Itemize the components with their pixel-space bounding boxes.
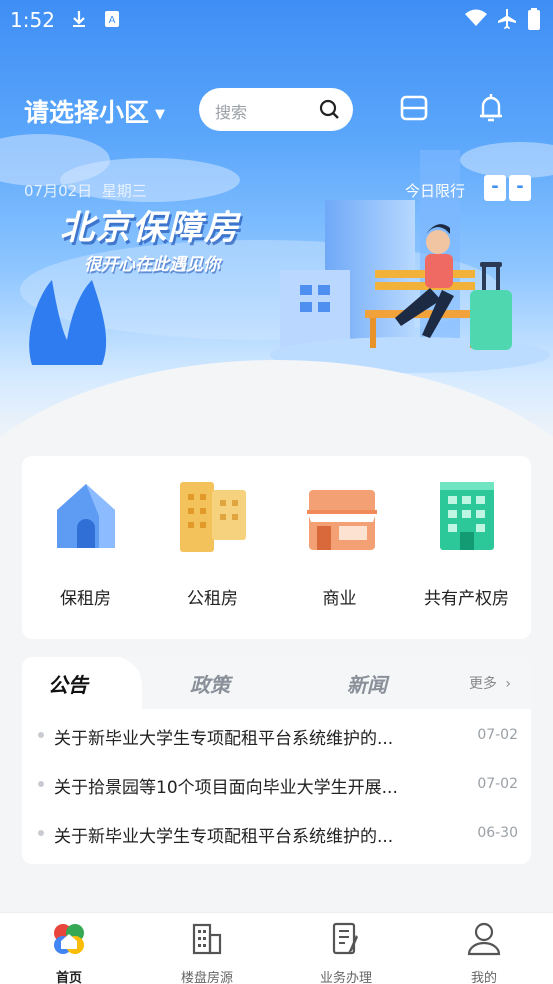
nav-label: 首页 <box>55 971 82 984</box>
more-link[interactable]: 更多 › <box>469 673 511 693</box>
status-time: 1:52 <box>10 8 55 32</box>
limit-plate-2: - <box>509 175 531 201</box>
more-label: 更多 <box>468 676 497 692</box>
house-icon <box>49 476 123 554</box>
plant-illustration <box>29 280 107 365</box>
hero-date: 07月02日 星期三 <box>24 180 147 201</box>
news-card: 公告 政策 新闻 更多 › 关于新毕业大学生专项配租平台系统维护的... 07-… <box>22 657 531 864</box>
hero-title: 北京保障房 <box>60 208 240 248</box>
airplane-icon <box>498 9 516 29</box>
caret-down-icon: ▼ <box>155 106 166 122</box>
tab-announcements[interactable]: 公告 <box>48 669 88 698</box>
user-icon <box>467 922 501 956</box>
shop-icon <box>303 476 377 554</box>
category-label: 商业 <box>322 589 357 609</box>
svg-text:A: A <box>109 15 116 26</box>
news-item[interactable]: 关于拾景园等10个项目面向毕业大学生开展... 07-02 <box>36 770 518 800</box>
category-public-rental[interactable]: 公租房 <box>149 476 276 626</box>
bullet-dot <box>38 732 44 738</box>
category-label: 公租房 <box>187 589 238 609</box>
nav-listings[interactable]: 楼盘房源 <box>157 921 257 984</box>
traffic-limit-label: 今日限行 <box>405 182 466 200</box>
building-icon <box>430 476 504 554</box>
chevron-right-icon: › <box>505 676 511 692</box>
category-rental-housing[interactable]: 保租房 <box>22 476 149 626</box>
building-list-icon <box>192 923 222 955</box>
bottom-nav: 首页 楼盘房源 业务办理 我的 <box>0 912 553 984</box>
status-bar: 1:52 A <box>0 0 553 40</box>
hero-subtitle: 很开心在此遇见你 <box>84 255 220 275</box>
search-icon <box>319 99 339 119</box>
community-selector-label: 请选择小区 <box>24 98 150 127</box>
nav-profile[interactable]: 我的 <box>434 921 534 984</box>
news-item[interactable]: 关于新毕业大学生专项配租平台系统维护的... 06-30 <box>36 819 518 849</box>
news-item-date: 06-30 <box>477 825 518 841</box>
battery-icon <box>528 8 540 30</box>
nav-label: 楼盘房源 <box>180 971 233 984</box>
news-item-title: 关于新毕业大学生专项配租平台系统维护的... <box>54 827 394 847</box>
limit-plate-1: - <box>484 175 506 201</box>
search-placeholder: 搜索 <box>215 103 248 122</box>
nav-business[interactable]: 业务办理 <box>296 921 396 984</box>
category-label: 保租房 <box>60 589 111 609</box>
wifi-icon <box>465 9 487 26</box>
download-icon <box>73 11 85 27</box>
news-item-title: 关于拾景园等10个项目面向毕业大学生开展... <box>54 778 398 798</box>
nav-home[interactable]: 首页 <box>19 921 119 984</box>
bell-icon[interactable] <box>475 92 507 124</box>
nav-label: 业务办理 <box>319 971 372 984</box>
tab-news[interactable]: 新闻 <box>347 669 387 698</box>
bullet-dot <box>38 781 44 787</box>
tab-policy[interactable]: 政策 <box>190 669 230 698</box>
news-item-date: 07-02 <box>477 776 518 792</box>
category-label: 共有产权房 <box>424 589 509 609</box>
category-shared-ownership[interactable]: 共有产权房 <box>403 476 530 626</box>
home-logo-icon <box>54 924 84 954</box>
apartments-icon <box>176 476 250 554</box>
community-selector[interactable]: 请选择小区 ▼ <box>24 93 165 129</box>
news-item-title: 关于新毕业大学生专项配租平台系统维护的... <box>54 729 394 749</box>
category-card: 保租房 公租房 商业 共有产权房 <box>22 456 531 639</box>
news-item[interactable]: 关于新毕业大学生专项配租平台系统维护的... 07-02 <box>36 721 518 751</box>
hero-weekday: 星期三 <box>101 182 147 200</box>
bullet-dot <box>38 830 44 836</box>
hero-date-value: 07月02日 <box>24 182 93 200</box>
document-edit-icon <box>332 922 358 955</box>
search-bar[interactable]: 搜索 <box>199 88 353 131</box>
nav-label: 我的 <box>470 971 497 984</box>
category-commercial[interactable]: 商业 <box>276 476 403 626</box>
a-box-icon: A <box>105 11 119 27</box>
news-tabs: 公告 政策 新闻 更多 › <box>22 657 531 709</box>
news-item-date: 07-02 <box>477 727 518 743</box>
scan-icon[interactable] <box>398 92 430 124</box>
